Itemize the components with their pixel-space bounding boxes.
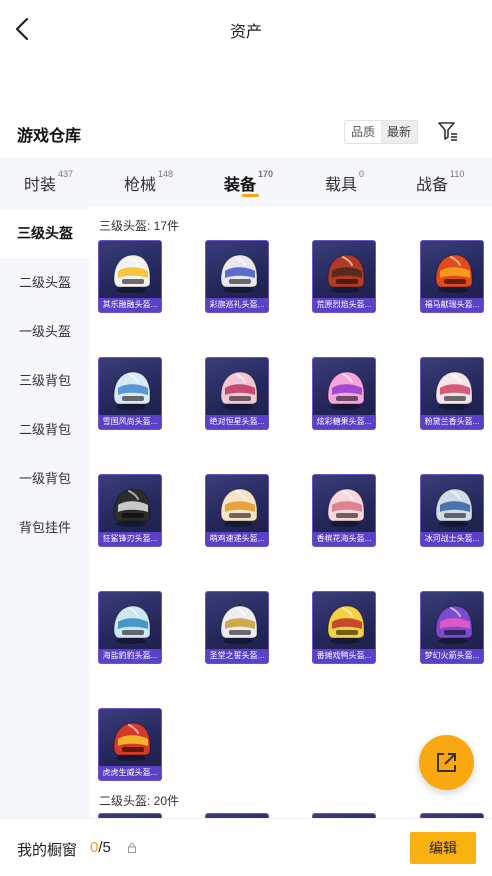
- helmet-item-name: 荒原烈焰头盔...: [313, 298, 375, 312]
- tab-label: 战备: [416, 177, 449, 194]
- helmet-item-card[interactable]: 冰河战士头盔...: [420, 474, 484, 547]
- showcase-count-total: /5: [98, 839, 111, 856]
- helmet-icon: [327, 254, 365, 293]
- sidebar-item-level3-helmet[interactable]: 三级头盔: [0, 209, 90, 258]
- bottom-bar: 我的橱窗 0/5 编辑: [0, 818, 492, 876]
- helmet-item-name: 雪国风尚头盔...: [99, 415, 161, 429]
- item-grid-area: 三级头盔: 17件 其乐融融头盔... 彩旗巡礼头盔... 荒原烈焰头盔... 福马献…: [90, 207, 492, 818]
- sidebar-item-level2-backpack[interactable]: 二级背包: [0, 405, 90, 454]
- tab-firearms[interactable]: 枪械148: [124, 169, 174, 195]
- helmet-item-card[interactable]: 海盐豹豹头盔...: [98, 591, 162, 664]
- share-button[interactable]: [419, 735, 474, 790]
- tab-label: 时装: [24, 177, 57, 194]
- helmet-icon: [113, 488, 151, 527]
- top-nav: 资产: [0, 0, 492, 58]
- helmet-item-card[interactable]: 粉黛兰香头盔...: [420, 357, 484, 430]
- warehouse-header: 游戏仓库 品质 最新: [0, 116, 492, 150]
- tab-count: 170: [258, 169, 274, 179]
- sidebar-item-backpack-charm[interactable]: 背包挂件: [0, 503, 90, 552]
- tab-equipment[interactable]: 装备170: [224, 169, 274, 195]
- helmet-icon: [113, 254, 151, 293]
- category-tabs: 时装437 枪械148 装备170 载具0 战备110: [0, 157, 492, 207]
- helmet-icon: [435, 605, 473, 644]
- helmet-item-card[interactable]: 圣堂之誓头盔...: [205, 591, 269, 664]
- helmet-icon: [327, 488, 365, 527]
- helmet-item-name: 绝对恒星头盔...: [206, 415, 268, 429]
- helmet-icon: [220, 371, 258, 410]
- sort-newest-option[interactable]: 最新: [381, 121, 418, 143]
- helmet-item-card[interactable]: 狂鲨锋刃头盔...: [98, 474, 162, 547]
- helmet-item-name: 彩旗巡礼头盔...: [206, 298, 268, 312]
- helmet-item-name: 炫彩糖果头盔...: [313, 415, 375, 429]
- helmet-item-name: 福马献瑞头盔...: [421, 298, 483, 312]
- helmet-item-name: 香槟花海头盔...: [313, 532, 375, 546]
- helmet-item-card[interactable]: 雪国风尚头盔...: [98, 357, 162, 430]
- sidebar-item-level2-helmet[interactable]: 二级头盔: [0, 258, 90, 307]
- helmet-item-card[interactable]: 彩旗巡礼头盔...: [205, 240, 269, 313]
- share-external-icon: [437, 753, 456, 772]
- tab-count: 0: [359, 169, 365, 179]
- helmet-item-card[interactable]: 虎虎生威头盔...: [98, 708, 162, 781]
- helmet-item-card[interactable]: 炫彩糖果头盔...: [312, 357, 376, 430]
- sidebar-item-level3-backpack[interactable]: 三级背包: [0, 356, 90, 405]
- tab-label: 枪械: [124, 177, 157, 194]
- tab-count: 148: [158, 169, 174, 179]
- lock-icon: [128, 843, 136, 853]
- showcase-label: 我的橱窗: [17, 842, 78, 859]
- helmet-item-name: 其乐融融头盔...: [99, 298, 161, 312]
- sort-quality-option[interactable]: 品质: [345, 121, 381, 143]
- showcase-count: 0/5: [90, 839, 111, 856]
- helmet-icon: [113, 605, 151, 644]
- helmet-icon: [435, 488, 473, 527]
- tab-count: 110: [450, 169, 465, 179]
- helmet-icon: [113, 722, 151, 761]
- helmet-item-card[interactable]: 香槟花海头盔...: [312, 474, 376, 547]
- sort-toggle: 品质 最新: [344, 120, 419, 144]
- edit-button[interactable]: 编辑: [410, 832, 476, 864]
- filter-button[interactable]: [437, 120, 459, 142]
- filter-icon: [438, 122, 457, 141]
- sidebar-item-level1-backpack[interactable]: 一级背包: [0, 454, 90, 503]
- helmet-icon: [220, 254, 258, 293]
- warehouse-title: 游戏仓库: [17, 128, 82, 145]
- tab-count: 437: [58, 169, 74, 179]
- helmet-icon: [113, 371, 151, 410]
- helmet-icon: [220, 605, 258, 644]
- helmet-item-name: 梦幻火箭头盔...: [421, 649, 483, 663]
- tab-fashion[interactable]: 时装437: [24, 169, 74, 195]
- helmet-icon: [220, 488, 258, 527]
- helmet-item-name: 番摊戏鸭头盔...: [313, 649, 375, 663]
- helmet-item-name: 冰河战士头盔...: [421, 532, 483, 546]
- sidebar-item-level1-helmet[interactable]: 一级头盔: [0, 307, 90, 356]
- helmet-item-name: 粉黛兰香头盔...: [421, 415, 483, 429]
- helmet-item-name: 萌鸡速递头盔...: [206, 532, 268, 546]
- helmet-item-card[interactable]: 萌鸡速递头盔...: [205, 474, 269, 547]
- helmet-item-name: 海盐豹豹头盔...: [99, 649, 161, 663]
- active-tab-indicator: [242, 194, 259, 197]
- tab-supplies[interactable]: 战备110: [416, 169, 465, 195]
- page-title: 资产: [229, 24, 262, 41]
- tab-label: 装备: [224, 177, 257, 194]
- helmet-item-card[interactable]: 荒原烈焰头盔...: [312, 240, 376, 313]
- tab-label: 载具: [325, 177, 358, 194]
- helmet-item-card[interactable]: 绝对恒星头盔...: [205, 357, 269, 430]
- helmet-icon: [435, 254, 473, 293]
- helmet-item-name: 狂鲨锋刃头盔...: [99, 532, 161, 546]
- tab-vehicles[interactable]: 载具0: [325, 169, 365, 195]
- helmet-item-name: 圣堂之誓头盔...: [206, 649, 268, 663]
- helmet-item-card[interactable]: 其乐融融头盔...: [98, 240, 162, 313]
- helmet-icon: [327, 371, 365, 410]
- helmet-item-card[interactable]: 番摊戏鸭头盔...: [312, 591, 376, 664]
- helmet-icon: [327, 605, 365, 644]
- helmet-item-name: 虎虎生威头盔...: [99, 766, 161, 780]
- subcategory-sidebar: 三级头盔 二级头盔 一级头盔 三级背包 二级背包 一级背包 背包挂件: [0, 207, 90, 818]
- section-label-level3-helmet: 三级头盔: 17件: [99, 219, 180, 233]
- helmet-item-card[interactable]: 梦幻火箭头盔...: [420, 591, 484, 664]
- helmet-item-card[interactable]: 福马献瑞头盔...: [420, 240, 484, 313]
- section-label-level2-helmet: 二级头盔: 20件: [99, 794, 180, 808]
- helmet-icon: [435, 371, 473, 410]
